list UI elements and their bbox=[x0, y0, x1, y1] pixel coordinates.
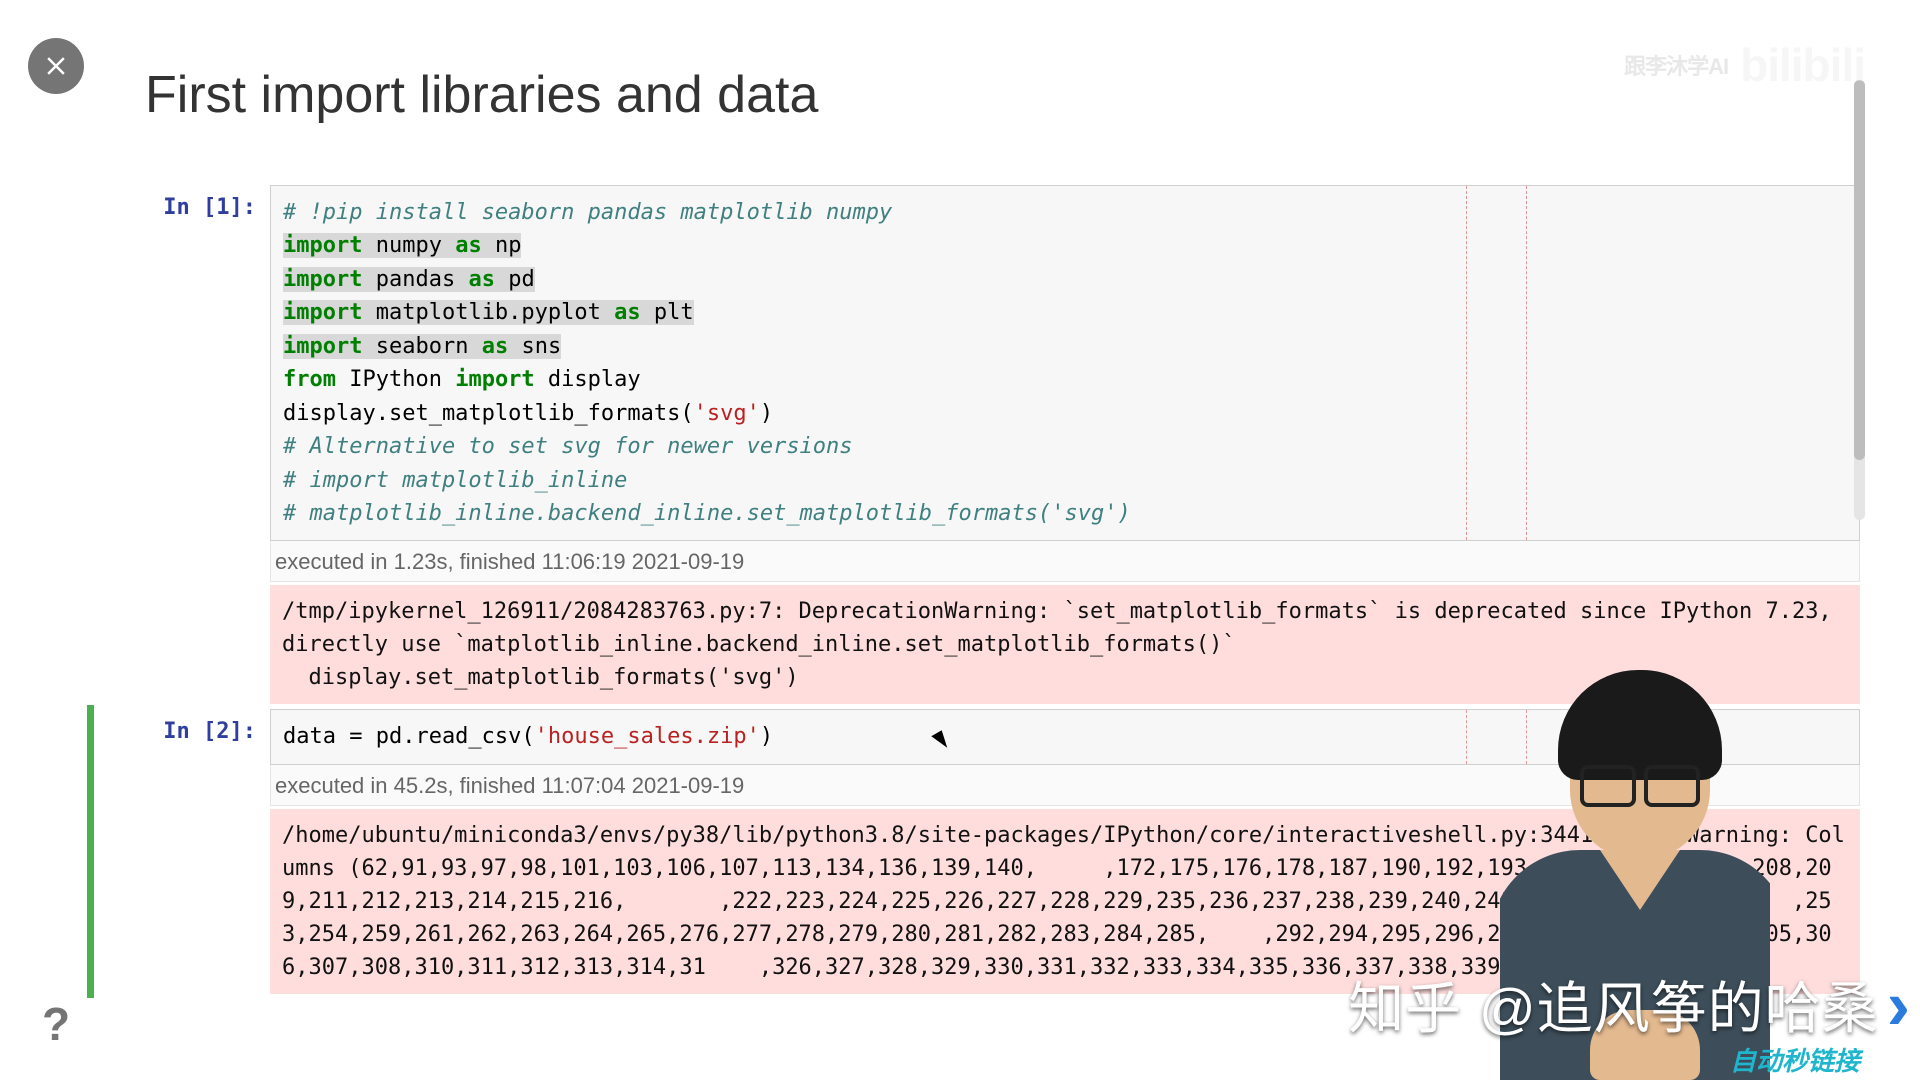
channel-name: 跟李沐学AI bbox=[1624, 49, 1728, 81]
tok: display.set_matplotlib_formats( bbox=[283, 401, 694, 426]
tok: seaborn bbox=[362, 334, 481, 359]
tok: pd bbox=[495, 267, 535, 292]
kw: as bbox=[482, 334, 509, 359]
scrollbar-track[interactable] bbox=[1854, 80, 1865, 520]
tok: ) bbox=[760, 724, 773, 749]
tok: sns bbox=[508, 334, 561, 359]
kw: import bbox=[283, 233, 362, 258]
ruler-line bbox=[1526, 710, 1527, 763]
bilibili-logo: bilibili bbox=[1740, 38, 1865, 92]
watermark: 知乎 @追风筝的哈桑 › bbox=[1348, 964, 1910, 1045]
code-line: # !pip install seaborn pandas matplotlib… bbox=[283, 200, 892, 225]
close-button[interactable] bbox=[28, 38, 84, 94]
code-line: # Alternative to set svg for newer versi… bbox=[283, 434, 853, 459]
execution-info: executed in 45.2s, finished 11:07:04 202… bbox=[270, 765, 1860, 806]
tok: pandas bbox=[362, 267, 468, 292]
stderr-output: /tmp/ipykernel_126911/2084283763.py:7: D… bbox=[270, 585, 1860, 704]
kw: as bbox=[455, 233, 482, 258]
tok: matplotlib.pyplot bbox=[362, 300, 614, 325]
close-icon bbox=[41, 51, 71, 81]
code-line: # import matplotlib_inline bbox=[283, 468, 627, 493]
code-cell-2[interactable]: In [2]: data = pd.read_csv('house_sales.… bbox=[100, 709, 1860, 993]
autolink-label: 自动秒链接 bbox=[1730, 1041, 1860, 1078]
kw: import bbox=[455, 367, 534, 392]
tok: display bbox=[535, 367, 641, 392]
tok: np bbox=[482, 233, 522, 258]
ruler-line bbox=[1466, 710, 1467, 763]
scrollbar-thumb[interactable] bbox=[1854, 80, 1865, 460]
help-button[interactable]: ? bbox=[30, 998, 82, 1050]
tok: ) bbox=[760, 401, 773, 426]
code-editor[interactable]: data = pd.read_csv('house_sales.zip') bbox=[270, 709, 1860, 764]
kw: as bbox=[614, 300, 641, 325]
ruler-line bbox=[1466, 186, 1467, 540]
tok: 'house_sales.zip' bbox=[535, 724, 760, 749]
watermark-site: 知乎 bbox=[1348, 977, 1462, 1040]
input-prompt: In [2]: bbox=[100, 709, 270, 993]
watermark-handle: @追风筝的哈桑 bbox=[1479, 977, 1879, 1040]
tok: numpy bbox=[362, 233, 455, 258]
notebook-viewport: First import libraries and data In [1]: … bbox=[0, 0, 1920, 1080]
code-editor[interactable]: # !pip install seaborn pandas matplotlib… bbox=[270, 185, 1860, 541]
chevron-right-icon: › bbox=[1887, 965, 1910, 1045]
kw: import bbox=[283, 267, 362, 292]
tok: plt bbox=[641, 300, 694, 325]
kw: as bbox=[468, 267, 495, 292]
kw: import bbox=[283, 334, 362, 359]
ruler-line bbox=[1526, 186, 1527, 540]
tok: data = pd.read_csv( bbox=[283, 724, 535, 749]
execution-info: executed in 1.23s, finished 11:06:19 202… bbox=[270, 541, 1860, 582]
tok: IPython bbox=[336, 367, 455, 392]
video-source-logo: 跟李沐学AI bilibili bbox=[1624, 38, 1865, 92]
cell-body: # !pip install seaborn pandas matplotlib… bbox=[270, 185, 1860, 704]
input-prompt: In [1]: bbox=[100, 185, 270, 704]
code-line: # matplotlib_inline.backend_inline.set_m… bbox=[283, 501, 1131, 526]
kw: from bbox=[283, 367, 336, 392]
kw: import bbox=[283, 300, 362, 325]
question-icon: ? bbox=[42, 997, 70, 1051]
code-cell-1[interactable]: In [1]: # !pip install seaborn pandas ma… bbox=[100, 185, 1860, 704]
section-heading: First import libraries and data bbox=[145, 65, 1860, 125]
tok: 'svg' bbox=[694, 401, 760, 426]
cell-body: data = pd.read_csv('house_sales.zip') ex… bbox=[270, 709, 1860, 993]
